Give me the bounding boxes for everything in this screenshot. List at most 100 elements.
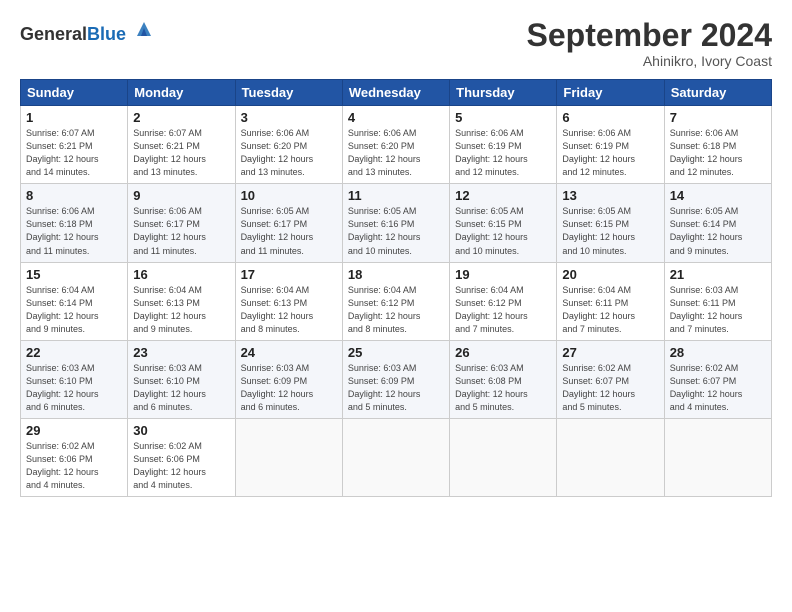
calendar-cell: 14 Sunrise: 6:05 AM Sunset: 6:14 PM Dayli… [664, 184, 771, 262]
day-info: Sunrise: 6:02 AM Sunset: 6:07 PM Dayligh… [670, 362, 766, 414]
day-info: Sunrise: 6:06 AM Sunset: 6:19 PM Dayligh… [562, 127, 658, 179]
day-info: Sunrise: 6:02 AM Sunset: 6:07 PM Dayligh… [562, 362, 658, 414]
page: GeneralBlue September 2024 Ahinikro, Ivo… [0, 0, 792, 612]
day-info: Sunrise: 6:03 AM Sunset: 6:10 PM Dayligh… [133, 362, 229, 414]
weekday-wednesday: Wednesday [342, 80, 449, 106]
calendar-cell: 13 Sunrise: 6:05 AM Sunset: 6:15 PM Dayli… [557, 184, 664, 262]
day-number: 9 [133, 188, 229, 203]
day-info: Sunrise: 6:06 AM Sunset: 6:17 PM Dayligh… [133, 205, 229, 257]
day-info: Sunrise: 6:02 AM Sunset: 6:06 PM Dayligh… [26, 440, 122, 492]
day-number: 20 [562, 267, 658, 282]
calendar-cell: 18 Sunrise: 6:04 AM Sunset: 6:12 PM Dayli… [342, 262, 449, 340]
day-number: 23 [133, 345, 229, 360]
day-info: Sunrise: 6:05 AM Sunset: 6:17 PM Dayligh… [241, 205, 337, 257]
calendar-cell: 20Sunrise: 6:04 AM Sunset: 6:11 PM Dayli… [557, 262, 664, 340]
day-number: 14 [670, 188, 766, 203]
day-number: 4 [348, 110, 444, 125]
day-number: 29 [26, 423, 122, 438]
logo-text: GeneralBlue [20, 18, 155, 45]
day-number: 8 [26, 188, 122, 203]
week-row-4: 22Sunrise: 6:03 AM Sunset: 6:10 PM Dayli… [21, 340, 772, 418]
calendar-cell: 6 Sunrise: 6:06 AM Sunset: 6:19 PM Daylig… [557, 106, 664, 184]
day-number: 10 [241, 188, 337, 203]
week-row-2: 8Sunrise: 6:06 AM Sunset: 6:18 PM Daylig… [21, 184, 772, 262]
calendar-cell [664, 418, 771, 496]
day-info: Sunrise: 6:03 AM Sunset: 6:10 PM Dayligh… [26, 362, 122, 414]
day-number: 2 [133, 110, 229, 125]
day-number: 24 [241, 345, 337, 360]
day-number: 28 [670, 345, 766, 360]
calendar-cell: 7Sunrise: 6:06 AM Sunset: 6:18 PM Daylig… [664, 106, 771, 184]
day-info: Sunrise: 6:03 AM Sunset: 6:08 PM Dayligh… [455, 362, 551, 414]
day-number: 25 [348, 345, 444, 360]
calendar-cell: 1Sunrise: 6:07 AM Sunset: 6:21 PM Daylig… [21, 106, 128, 184]
day-number: 17 [241, 267, 337, 282]
calendar-cell: 15Sunrise: 6:04 AM Sunset: 6:14 PM Dayli… [21, 262, 128, 340]
weekday-tuesday: Tuesday [235, 80, 342, 106]
day-number: 21 [670, 267, 766, 282]
day-number: 26 [455, 345, 551, 360]
calendar-cell: 17 Sunrise: 6:04 AM Sunset: 6:13 PM Dayli… [235, 262, 342, 340]
calendar-table: SundayMondayTuesdayWednesdayThursdayFrid… [20, 79, 772, 497]
day-number: 5 [455, 110, 551, 125]
logo-general: General [20, 24, 87, 44]
weekday-header-row: SundayMondayTuesdayWednesdayThursdayFrid… [21, 80, 772, 106]
day-info: Sunrise: 6:02 AM Sunset: 6:06 PM Dayligh… [133, 440, 229, 492]
calendar-cell: 12Sunrise: 6:05 AM Sunset: 6:15 PM Dayli… [450, 184, 557, 262]
calendar-cell: 28 Sunrise: 6:02 AM Sunset: 6:07 PM Dayli… [664, 340, 771, 418]
day-info: Sunrise: 6:05 AM Sunset: 6:15 PM Dayligh… [562, 205, 658, 257]
day-number: 16 [133, 267, 229, 282]
header-area: GeneralBlue September 2024 Ahinikro, Ivo… [20, 18, 772, 69]
day-number: 18 [348, 267, 444, 282]
calendar-cell [235, 418, 342, 496]
day-number: 27 [562, 345, 658, 360]
month-title: September 2024 [527, 18, 772, 53]
calendar-cell: 27 Sunrise: 6:02 AM Sunset: 6:07 PM Dayli… [557, 340, 664, 418]
day-info: Sunrise: 6:07 AM Sunset: 6:21 PM Dayligh… [133, 127, 229, 179]
calendar-cell: 11 Sunrise: 6:05 AM Sunset: 6:16 PM Dayli… [342, 184, 449, 262]
calendar-cell: 2 Sunrise: 6:07 AM Sunset: 6:21 PM Daylig… [128, 106, 235, 184]
logo-blue: Blue [87, 24, 126, 44]
calendar-cell: 24Sunrise: 6:03 AM Sunset: 6:09 PM Dayli… [235, 340, 342, 418]
calendar-cell: 19 Sunrise: 6:04 AM Sunset: 6:12 PM Dayli… [450, 262, 557, 340]
calendar-cell: 8Sunrise: 6:06 AM Sunset: 6:18 PM Daylig… [21, 184, 128, 262]
calendar-cell: 3 Sunrise: 6:06 AM Sunset: 6:20 PM Daylig… [235, 106, 342, 184]
calendar-cell: 23 Sunrise: 6:03 AM Sunset: 6:10 PM Dayli… [128, 340, 235, 418]
day-info: Sunrise: 6:05 AM Sunset: 6:14 PM Dayligh… [670, 205, 766, 257]
day-info: Sunrise: 6:06 AM Sunset: 6:18 PM Dayligh… [670, 127, 766, 179]
calendar-cell: 10 Sunrise: 6:05 AM Sunset: 6:17 PM Dayli… [235, 184, 342, 262]
weekday-sunday: Sunday [21, 80, 128, 106]
weekday-friday: Friday [557, 80, 664, 106]
calendar-cell: 25 Sunrise: 6:03 AM Sunset: 6:09 PM Dayli… [342, 340, 449, 418]
day-number: 6 [562, 110, 658, 125]
day-info: Sunrise: 6:06 AM Sunset: 6:20 PM Dayligh… [241, 127, 337, 179]
calendar-cell [557, 418, 664, 496]
day-info: Sunrise: 6:05 AM Sunset: 6:16 PM Dayligh… [348, 205, 444, 257]
day-number: 15 [26, 267, 122, 282]
weekday-monday: Monday [128, 80, 235, 106]
day-number: 1 [26, 110, 122, 125]
week-row-3: 15Sunrise: 6:04 AM Sunset: 6:14 PM Dayli… [21, 262, 772, 340]
day-number: 3 [241, 110, 337, 125]
calendar-cell: 29 Sunrise: 6:02 AM Sunset: 6:06 PM Dayli… [21, 418, 128, 496]
calendar-cell: 4Sunrise: 6:06 AM Sunset: 6:20 PM Daylig… [342, 106, 449, 184]
calendar-cell: 21 Sunrise: 6:03 AM Sunset: 6:11 PM Dayli… [664, 262, 771, 340]
day-number: 19 [455, 267, 551, 282]
day-info: Sunrise: 6:04 AM Sunset: 6:12 PM Dayligh… [455, 284, 551, 336]
week-row-5: 29 Sunrise: 6:02 AM Sunset: 6:06 PM Dayli… [21, 418, 772, 496]
day-info: Sunrise: 6:04 AM Sunset: 6:13 PM Dayligh… [133, 284, 229, 336]
logo-icon [133, 18, 155, 40]
week-row-1: 1 Sunrise: 6:07 AM Sunset: 6:21 PM Daylig… [21, 106, 772, 184]
calendar-cell: 16 Sunrise: 6:04 AM Sunset: 6:13 PM Dayli… [128, 262, 235, 340]
day-number: 11 [348, 188, 444, 203]
day-info: Sunrise: 6:03 AM Sunset: 6:11 PM Dayligh… [670, 284, 766, 336]
weekday-thursday: Thursday [450, 80, 557, 106]
day-info: Sunrise: 6:04 AM Sunset: 6:12 PM Dayligh… [348, 284, 444, 336]
day-info: Sunrise: 6:03 AM Sunset: 6:09 PM Dayligh… [348, 362, 444, 414]
day-number: 13 [562, 188, 658, 203]
calendar-cell [450, 418, 557, 496]
calendar-cell: 5 Sunrise: 6:06 AM Sunset: 6:19 PM Daylig… [450, 106, 557, 184]
day-info: Sunrise: 6:06 AM Sunset: 6:19 PM Dayligh… [455, 127, 551, 179]
title-area: September 2024 Ahinikro, Ivory Coast [527, 18, 772, 69]
day-info: Sunrise: 6:04 AM Sunset: 6:13 PM Dayligh… [241, 284, 337, 336]
